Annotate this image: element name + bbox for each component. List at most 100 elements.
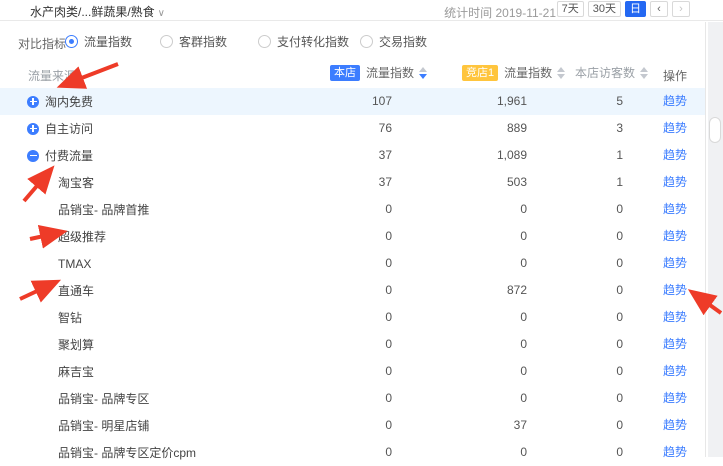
- compare-metric-label: 对比指标: [18, 35, 66, 52]
- rival-index-value: 0: [427, 223, 527, 250]
- column-own-metric[interactable]: 本店 流量指数: [330, 64, 427, 81]
- table-row: 智钻000趋势: [0, 304, 706, 331]
- category-selector[interactable]: 水产肉类/...鲜蔬果/熟食∨: [30, 3, 165, 20]
- table-row: 品销宝- 品牌专区定价cpm000趋势: [0, 439, 706, 466]
- metric-radio-1[interactable]: 客群指数: [160, 33, 227, 50]
- action-cell: 趋势: [663, 277, 687, 304]
- trend-link[interactable]: 趋势: [663, 310, 687, 324]
- sort-icon-own[interactable]: [419, 67, 427, 79]
- source-cell: 淘宝客: [0, 169, 94, 196]
- rival-index-value: 37: [427, 412, 527, 439]
- radio-circle-icon[interactable]: [160, 35, 173, 48]
- metric-radio-2[interactable]: 支付转化指数: [258, 33, 349, 50]
- scrollbar-thumb[interactable]: [709, 117, 721, 143]
- trend-link[interactable]: 趋势: [663, 202, 687, 216]
- visitors-value: 0: [523, 250, 623, 277]
- table-row: 品销宝- 品牌首推000趋势: [0, 196, 706, 223]
- own-index-value: 0: [292, 304, 392, 331]
- column-action: 操作: [663, 67, 687, 84]
- metric-radio-label: 支付转化指数: [277, 33, 349, 50]
- sort-icon-rival[interactable]: [557, 67, 565, 79]
- trend-link[interactable]: 趋势: [663, 418, 687, 432]
- source-cell: 付费流量: [0, 142, 93, 169]
- own-index-value: 37: [292, 142, 392, 169]
- trend-link[interactable]: 趋势: [663, 391, 687, 405]
- column-rival-metric[interactable]: 竞店1 流量指数: [462, 64, 565, 81]
- action-cell: 趋势: [663, 439, 687, 466]
- own-index-value: 76: [292, 115, 392, 142]
- source-label: 品销宝- 品牌专区: [58, 390, 149, 407]
- metric-radio-0[interactable]: 流量指数: [65, 33, 132, 50]
- range-button-7d[interactable]: 7天: [557, 1, 584, 17]
- source-label: 自主访问: [45, 120, 93, 137]
- own-index-value: 0: [292, 385, 392, 412]
- source-cell: 品销宝- 品牌专区: [0, 385, 149, 412]
- rival-index-value: 0: [427, 304, 527, 331]
- table-row: 淘内免费1071,9615趋势: [0, 88, 706, 115]
- own-index-value: 0: [292, 196, 392, 223]
- trend-link[interactable]: 趋势: [663, 229, 687, 243]
- visitors-value: 0: [523, 196, 623, 223]
- trend-link[interactable]: 趋势: [663, 337, 687, 351]
- expand-plus-icon[interactable]: [27, 123, 39, 135]
- own-index-value: 0: [292, 439, 392, 466]
- source-label: 麻吉宝: [58, 363, 94, 380]
- own-shop-badge: 本店: [330, 65, 360, 81]
- table-row: 超级推荐000趋势: [0, 223, 706, 250]
- range-button-day[interactable]: 日: [625, 1, 646, 17]
- trend-link[interactable]: 趋势: [663, 364, 687, 378]
- rival-index-value: 0: [427, 196, 527, 223]
- action-cell: 趋势: [663, 331, 687, 358]
- radio-circle-icon[interactable]: [65, 35, 78, 48]
- source-cell: TMAX: [0, 250, 91, 277]
- source-cell: 品销宝- 品牌专区定价cpm: [0, 439, 196, 466]
- trend-link[interactable]: 趋势: [663, 148, 687, 162]
- visitors-value: 0: [523, 223, 623, 250]
- rival-index-value: 0: [427, 385, 527, 412]
- range-button-30d[interactable]: 30天: [588, 1, 621, 17]
- table-row: 淘宝客375031趋势: [0, 169, 706, 196]
- trend-link[interactable]: 趋势: [663, 283, 687, 297]
- date-range-switcher: 7天 30天 日 ‹ ›: [557, 1, 690, 17]
- visitors-value: 3: [523, 115, 623, 142]
- metric-radio-label: 客群指数: [179, 33, 227, 50]
- table-row: 品销宝- 明星店铺0370趋势: [0, 412, 706, 439]
- action-cell: 趋势: [663, 412, 687, 439]
- rival-index-value: 872: [427, 277, 527, 304]
- source-label: 智钻: [58, 309, 82, 326]
- collapse-minus-icon[interactable]: [27, 150, 39, 162]
- trend-link[interactable]: 趋势: [663, 121, 687, 135]
- own-metric-label: 流量指数: [366, 64, 414, 81]
- next-day-button[interactable]: ›: [672, 1, 690, 17]
- action-cell: 趋势: [663, 196, 687, 223]
- action-cell: 趋势: [663, 304, 687, 331]
- rival-index-value: 0: [427, 331, 527, 358]
- trend-link[interactable]: 趋势: [663, 256, 687, 270]
- table-row: 付费流量371,0891趋势: [0, 142, 706, 169]
- expand-plus-icon[interactable]: [27, 96, 39, 108]
- rival-index-value: 0: [427, 358, 527, 385]
- action-cell: 趋势: [663, 88, 687, 115]
- trend-link[interactable]: 趋势: [663, 175, 687, 189]
- trend-link[interactable]: 趋势: [663, 94, 687, 108]
- traffic-source-table: 流量来源 本店 流量指数 竞店1 流量指数 本店访客数 操作 淘内免费1071,…: [0, 62, 706, 466]
- radio-circle-icon[interactable]: [360, 35, 373, 48]
- vertical-scrollbar[interactable]: [708, 22, 723, 457]
- source-cell: 聚划算: [0, 331, 94, 358]
- column-visitors[interactable]: 本店访客数: [575, 64, 648, 81]
- source-label: 品销宝- 品牌首推: [58, 201, 149, 218]
- metric-radio-label: 交易指数: [379, 33, 427, 50]
- sort-icon-visitors[interactable]: [640, 67, 648, 79]
- table-row: 自主访问768893趋势: [0, 115, 706, 142]
- visitors-value: 0: [523, 358, 623, 385]
- metric-radio-3[interactable]: 交易指数: [360, 33, 427, 50]
- visitors-value: 1: [523, 142, 623, 169]
- own-index-value: 37: [292, 169, 392, 196]
- source-label: TMAX: [58, 257, 91, 271]
- source-label: 淘内免费: [45, 93, 93, 110]
- radio-circle-icon[interactable]: [258, 35, 271, 48]
- prev-day-button[interactable]: ‹: [650, 1, 668, 17]
- source-cell: 直通车: [0, 277, 94, 304]
- visitors-value: 0: [523, 439, 623, 466]
- stat-time-label: 统计时间 2019-11-21: [444, 4, 556, 21]
